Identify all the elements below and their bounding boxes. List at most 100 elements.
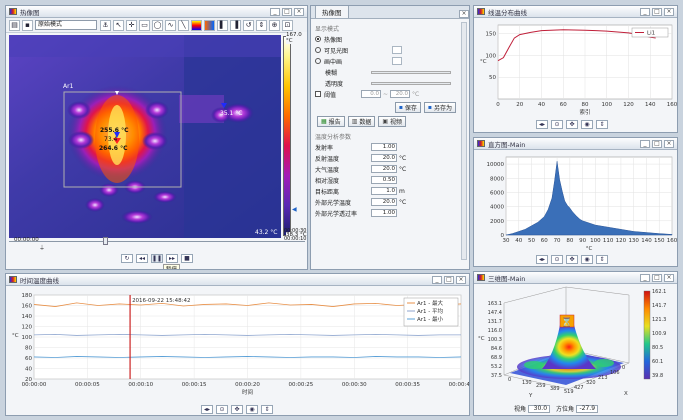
anchor-icon[interactable]: ⚓ bbox=[100, 19, 111, 31]
x-axis-label: °C bbox=[586, 246, 593, 252]
azimuth-input[interactable]: -27.9 bbox=[576, 404, 599, 413]
polyline-tool-icon[interactable]: ∿ bbox=[165, 19, 176, 31]
pip-icon[interactable] bbox=[392, 57, 402, 65]
spot-tool-icon[interactable]: ✛ bbox=[126, 19, 137, 31]
open-folder-icon[interactable]: ▤ bbox=[9, 19, 20, 31]
scroll-left-icon[interactable]: ◂▸ bbox=[536, 120, 548, 129]
param-row: 外部光学温度 20.0 °C bbox=[315, 197, 459, 207]
maximize-icon[interactable]: □ bbox=[444, 275, 454, 284]
param-input[interactable]: 1.00 bbox=[371, 209, 397, 217]
panel-close-icon[interactable]: × bbox=[459, 10, 469, 18]
tab-thermal[interactable]: 热像图 bbox=[315, 6, 349, 18]
maximize-icon[interactable]: □ bbox=[652, 139, 662, 148]
visible-image-icon[interactable] bbox=[392, 46, 402, 54]
thermal-image[interactable] bbox=[9, 35, 281, 238]
close-icon[interactable]: × bbox=[664, 7, 674, 16]
minimize-icon[interactable]: _ bbox=[640, 273, 650, 282]
panel-scrollbar[interactable] bbox=[461, 22, 467, 260]
mode-select[interactable]: 原始模式 bbox=[35, 20, 97, 30]
threshold-from[interactable]: 0.0 bbox=[361, 90, 381, 98]
param-input[interactable]: 20.0 bbox=[371, 154, 397, 162]
histogram-chart[interactable]: 100008000600040002000030 40 50 60 70 80 90 100 1… bbox=[474, 151, 678, 255]
zoom-icon[interactable]: ⊙ bbox=[551, 255, 563, 264]
zoom-out-icon[interactable]: ◉ bbox=[581, 255, 593, 264]
iso-icon[interactable] bbox=[204, 19, 215, 31]
close-icon[interactable]: × bbox=[664, 139, 674, 148]
z-tick-label: 116.0 bbox=[488, 328, 502, 334]
zoom-out-icon[interactable]: ◉ bbox=[246, 405, 258, 414]
opacity-slider[interactable] bbox=[371, 70, 451, 74]
timeline-chart[interactable]: 1801601401201008060402000:00:00 00:00:05 0… bbox=[6, 287, 470, 403]
pointer-icon[interactable]: ↖ bbox=[113, 19, 124, 31]
radio-fusion[interactable] bbox=[315, 58, 321, 64]
time-start: 00:00:00 bbox=[14, 237, 39, 243]
pan-icon[interactable]: ✥ bbox=[231, 405, 243, 414]
param-input[interactable]: 20.0 bbox=[371, 165, 397, 173]
time-slider-thumb[interactable] bbox=[103, 237, 108, 245]
maximize-icon[interactable]: □ bbox=[652, 7, 662, 16]
range-icon[interactable]: ▌ bbox=[217, 19, 228, 31]
loop-icon[interactable]: ↻ bbox=[121, 254, 133, 263]
scroll-left-icon[interactable]: ◂▸ bbox=[536, 255, 548, 264]
save-button[interactable]: ▪ 保存 bbox=[394, 102, 421, 113]
threshold-checkbox[interactable] bbox=[315, 91, 321, 97]
minimize-icon[interactable]: _ bbox=[640, 139, 650, 148]
maximize-icon[interactable]: □ bbox=[282, 7, 292, 16]
scroll-vertical-icon[interactable]: ⇕ bbox=[596, 255, 608, 264]
data-button[interactable]: ▥ 数据 bbox=[347, 116, 376, 127]
x-tick-label: 130 bbox=[628, 238, 639, 244]
minimize-icon[interactable]: _ bbox=[270, 7, 280, 16]
param-label: 外部光学温度 bbox=[315, 199, 352, 207]
video-button[interactable]: ▣ 视频 bbox=[378, 116, 407, 127]
close-icon[interactable]: × bbox=[456, 275, 466, 284]
scroll-vertical-icon[interactable]: ⇕ bbox=[596, 120, 608, 129]
ellipse-tool-icon[interactable]: ◯ bbox=[152, 19, 163, 31]
line-tool-icon[interactable]: ╲ bbox=[178, 19, 189, 31]
radio-visible[interactable] bbox=[315, 47, 321, 53]
close-icon[interactable]: × bbox=[664, 273, 674, 282]
param-label: 大气温度 bbox=[315, 166, 340, 174]
pause-icon[interactable]: ❚❚ bbox=[151, 254, 163, 263]
time-slider[interactable] bbox=[9, 241, 305, 246]
step-forward-icon[interactable]: ▸▸ bbox=[166, 254, 178, 263]
save-icon[interactable]: ▪ bbox=[22, 19, 33, 31]
y-tick-label: 50 bbox=[489, 75, 496, 81]
rotate-icon[interactable]: ↺ bbox=[243, 19, 254, 31]
zoom-out-icon[interactable]: ◉ bbox=[581, 120, 593, 129]
save-as-button[interactable]: ▪ 另存为 bbox=[423, 102, 456, 113]
pan-icon[interactable]: ✥ bbox=[566, 120, 578, 129]
stop-icon[interactable]: ■ bbox=[181, 254, 193, 263]
scroll-vertical-icon[interactable]: ⇕ bbox=[261, 405, 273, 414]
color-scale-bar[interactable] bbox=[283, 36, 291, 236]
minimize-icon[interactable]: _ bbox=[432, 275, 442, 284]
minimize-icon[interactable]: _ bbox=[640, 7, 650, 16]
scroll-left-icon[interactable]: ◂▸ bbox=[201, 405, 213, 414]
zoom-in-icon[interactable]: ⊕ bbox=[269, 19, 280, 31]
palette-icon[interactable] bbox=[191, 19, 202, 31]
pan-icon[interactable]: ✥ bbox=[566, 255, 578, 264]
param-input[interactable]: 0.50 bbox=[371, 176, 397, 184]
fit-icon[interactable]: ⊡ bbox=[282, 19, 293, 31]
param-input[interactable]: 1.00 bbox=[371, 143, 397, 151]
rect-tool-icon[interactable]: ▭ bbox=[139, 19, 150, 31]
x-tick-label: 70 bbox=[554, 238, 561, 244]
close-icon[interactable]: × bbox=[294, 7, 304, 16]
transparency-slider[interactable] bbox=[371, 81, 451, 85]
range-icon-2[interactable]: ▐ bbox=[230, 19, 241, 31]
zoom-icon[interactable]: ⊙ bbox=[216, 405, 228, 414]
threshold-to[interactable]: 20.0 bbox=[390, 90, 411, 98]
angle-input[interactable]: 30.0 bbox=[528, 404, 551, 413]
param-input[interactable]: 1.0 bbox=[371, 187, 397, 195]
scale-arrow-icon[interactable]: ◀ bbox=[292, 206, 297, 213]
playhead-icon[interactable]: ⏚ bbox=[39, 243, 45, 252]
maximize-icon[interactable]: □ bbox=[652, 273, 662, 282]
zoom-icon[interactable]: ⊙ bbox=[551, 120, 563, 129]
report-button[interactable]: ▦ 报告 bbox=[317, 116, 345, 127]
3d-surface-plot[interactable]: ⌛ 163.1 147.4 131.7 116.0 100.3 84.6 68.9 53.2 3… bbox=[474, 285, 678, 401]
radio-thermal[interactable] bbox=[315, 36, 321, 42]
param-input[interactable]: 20.0 bbox=[371, 198, 397, 206]
radio-visible-label: 可见光图 bbox=[324, 47, 349, 55]
profile-chart[interactable]: 0 20 40 60 80 100 120 140 160 150 100 50 索引 °C Li1 bbox=[474, 19, 678, 117]
flip-icon[interactable]: ⇕ bbox=[256, 19, 267, 31]
step-back-icon[interactable]: ◂◂ bbox=[136, 254, 148, 263]
